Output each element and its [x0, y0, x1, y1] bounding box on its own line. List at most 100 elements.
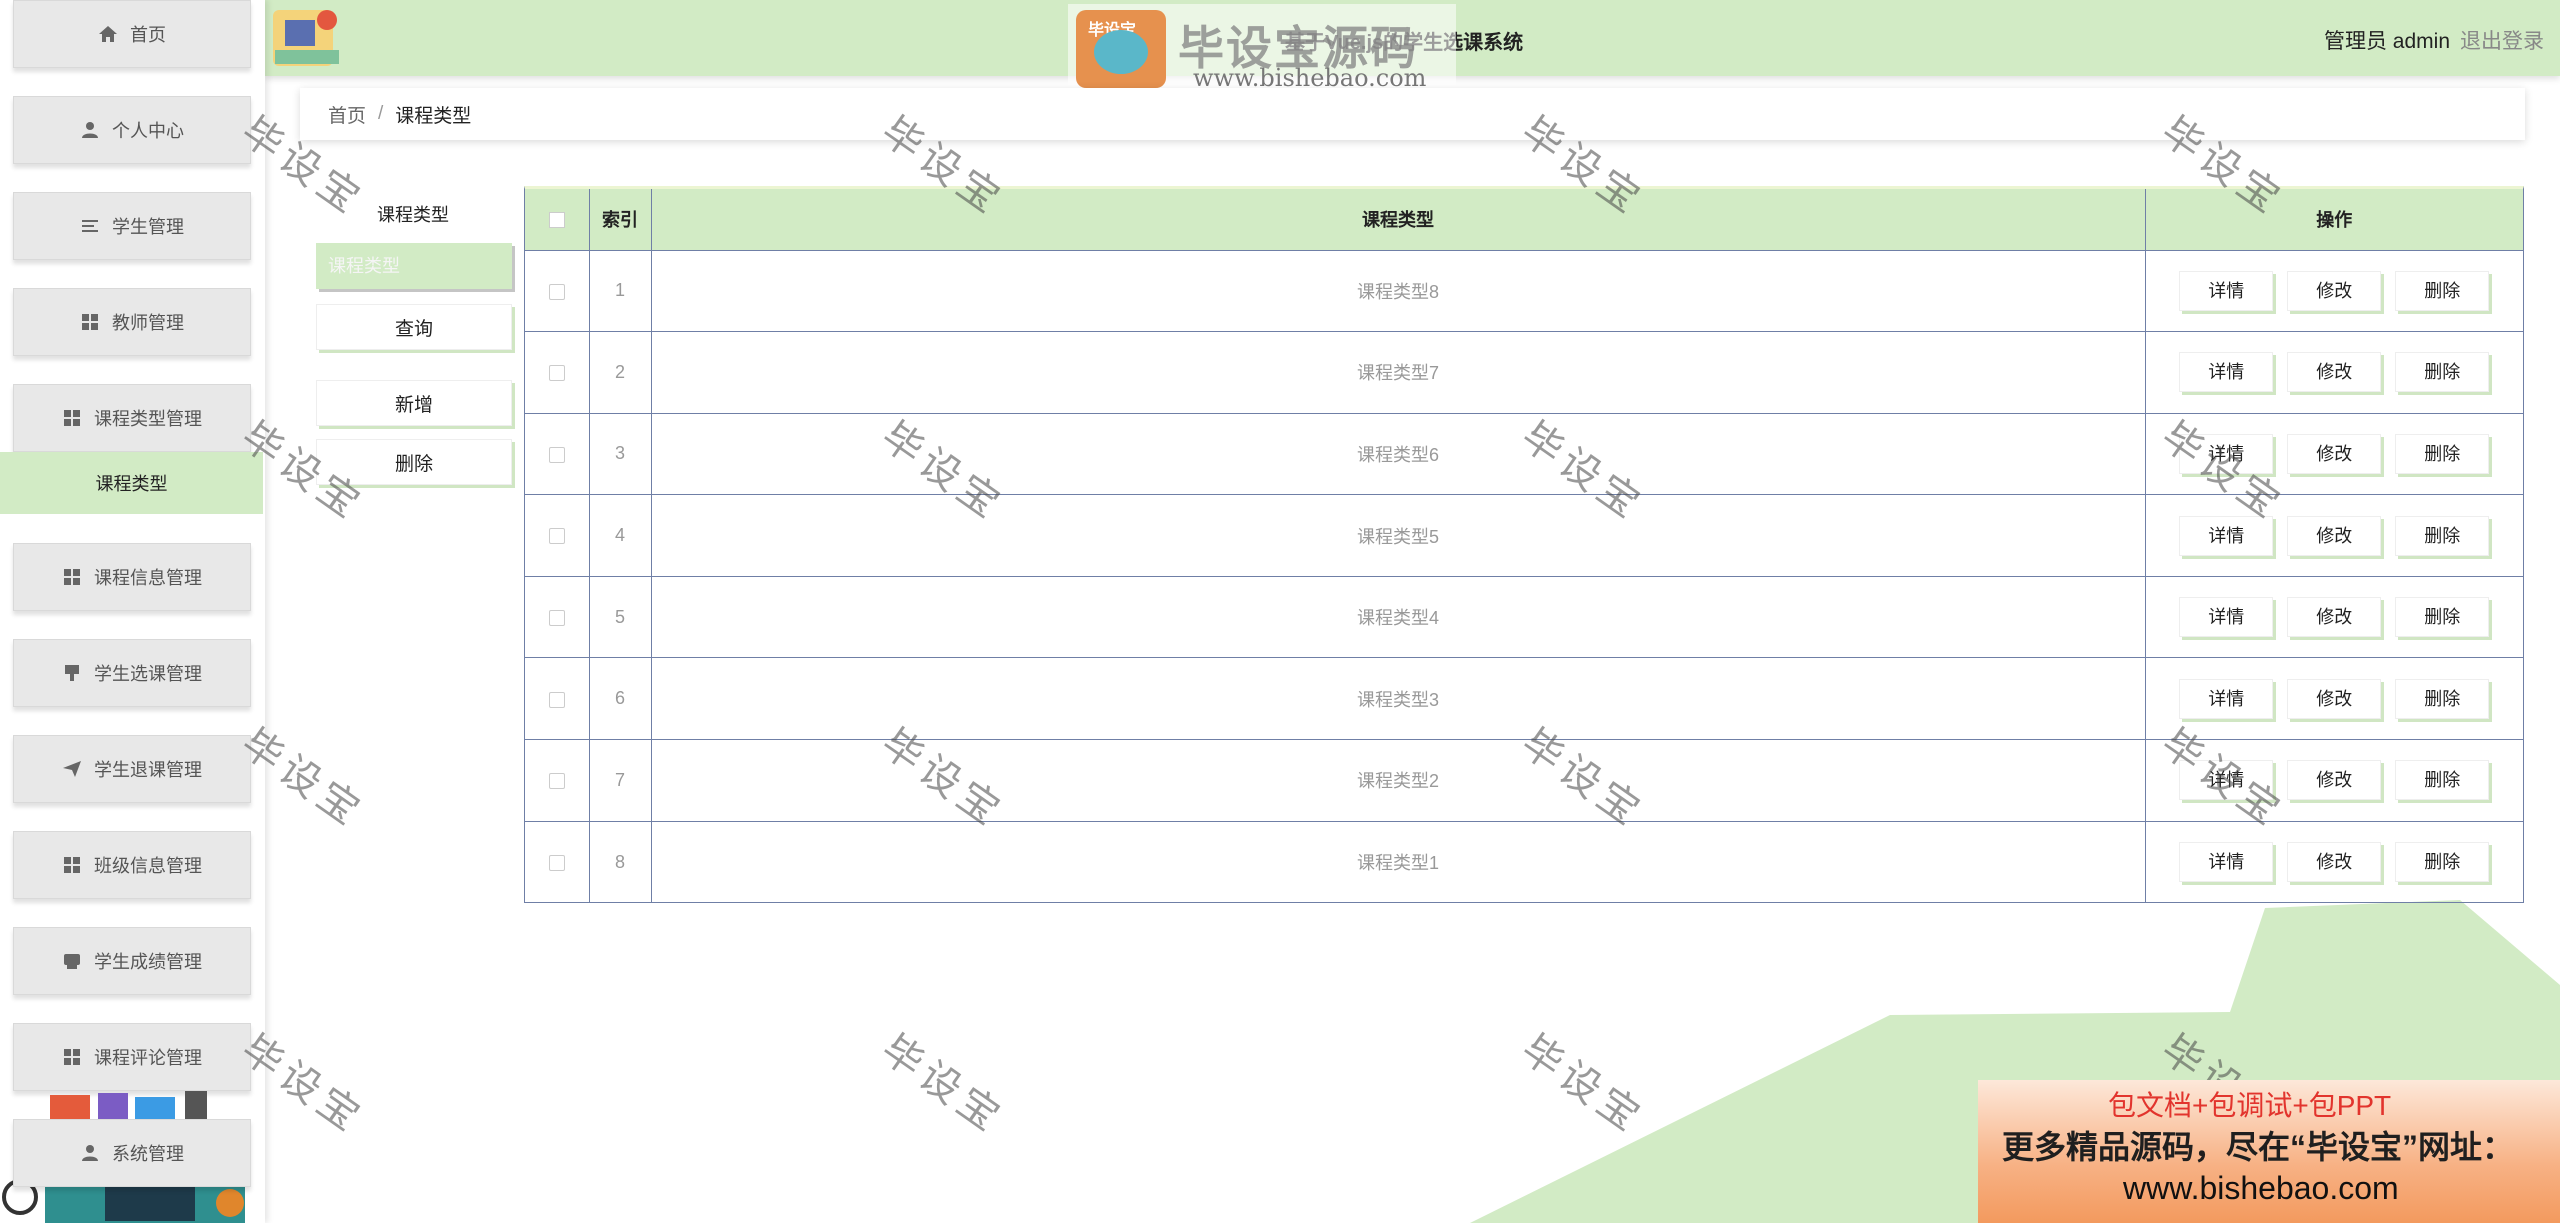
- row-course-type: 课程类型7: [651, 331, 2146, 414]
- sidebar-item-label: 课程类型管理: [94, 409, 202, 429]
- detail-button[interactable]: 详情: [2179, 352, 2274, 393]
- course-type-search-input[interactable]: [316, 243, 512, 289]
- grid-icon: [82, 314, 98, 330]
- row-operations: 详情 修改 删除: [2145, 820, 2523, 903]
- user-icon: [82, 1145, 98, 1161]
- breadcrumb-home[interactable]: 首页: [328, 101, 366, 128]
- sidebar: 首页 个人中心 学生管理 教师管理 课程类型管理 课程类型 课程信息管理 学生选…: [0, 0, 265, 1223]
- row-course-type: 课程类型5: [651, 494, 2146, 577]
- table-row: 1 课程类型8 详情 修改 删除: [525, 249, 2523, 332]
- sidebar-item-course-selection[interactable]: 学生选课管理: [13, 639, 251, 707]
- query-button[interactable]: 查询: [316, 304, 512, 350]
- list-icon: [82, 220, 98, 232]
- row-checkbox[interactable]: [548, 283, 565, 300]
- edit-button[interactable]: 修改: [2287, 760, 2382, 801]
- grid-icon: [64, 410, 80, 426]
- printer-icon: [64, 954, 80, 969]
- edit-button[interactable]: 修改: [2287, 842, 2382, 883]
- breadcrumb-separator: /: [378, 103, 384, 124]
- row-course-type: 课程类型4: [651, 575, 2146, 658]
- sidebar-item-grades[interactable]: 学生成绩管理: [13, 927, 251, 995]
- sidebar-item-teachers[interactable]: 教师管理: [13, 288, 251, 356]
- delete-button[interactable]: 删除: [2395, 760, 2490, 801]
- batch-delete-button[interactable]: 删除: [316, 439, 512, 485]
- sidebar-item-profile[interactable]: 个人中心: [13, 96, 251, 164]
- pin-icon: [65, 665, 79, 681]
- grid-icon: [64, 1049, 80, 1065]
- sidebar-item-comments[interactable]: 课程评论管理: [13, 1023, 251, 1091]
- breadcrumb-current: 课程类型: [395, 105, 472, 127]
- sidebar-item-class-info[interactable]: 班级信息管理: [13, 831, 251, 899]
- current-user: 管理员 admin: [2323, 30, 2450, 53]
- select-all-checkbox[interactable]: [548, 212, 565, 228]
- sidebar-item-label: 班级信息管理: [94, 856, 202, 876]
- app-logo: [273, 10, 339, 66]
- delete-button[interactable]: 删除: [2395, 352, 2490, 393]
- sidebar-item-label: 学生成绩管理: [94, 952, 202, 972]
- row-checkbox[interactable]: [548, 854, 565, 871]
- sidebar-item-home[interactable]: 首页: [13, 0, 251, 68]
- edit-button[interactable]: 修改: [2287, 433, 2382, 474]
- watermark-banner: 毕设宝 毕设宝源码网 www.bishebao.com: [1068, 4, 1456, 140]
- send-icon: [63, 761, 81, 777]
- row-operations: 详情 修改 删除: [2145, 739, 2523, 822]
- promo-banner: 包文档+包调试+包PPT 更多精品源码，尽在“毕设宝”网址： www.bishe…: [1978, 1080, 2560, 1223]
- detail-button[interactable]: 详情: [2179, 270, 2274, 311]
- row-course-type: 课程类型1: [651, 820, 2146, 903]
- delete-button[interactable]: 删除: [2395, 597, 2490, 638]
- breadcrumb: 首页 / 课程类型: [300, 88, 2525, 140]
- edit-button[interactable]: 修改: [2287, 515, 2382, 556]
- sidebar-subitem-course-type[interactable]: 课程类型: [0, 452, 263, 514]
- delete-button[interactable]: 删除: [2395, 270, 2490, 311]
- row-checkbox[interactable]: [548, 446, 565, 463]
- row-course-type: 课程类型6: [651, 412, 2146, 495]
- delete-button[interactable]: 删除: [2395, 433, 2490, 474]
- row-checkbox-cell: [525, 412, 590, 495]
- delete-button[interactable]: 删除: [2395, 678, 2490, 719]
- detail-button[interactable]: 详情: [2179, 760, 2274, 801]
- sidebar-item-course-info[interactable]: 课程信息管理: [13, 543, 251, 611]
- detail-button[interactable]: 详情: [2179, 597, 2274, 638]
- table-row: 5 课程类型4 详情 修改 删除: [525, 575, 2523, 658]
- sidebar-item-label: 学生退课管理: [94, 760, 202, 780]
- edit-button[interactable]: 修改: [2287, 597, 2382, 638]
- row-course-type: 课程类型3: [651, 657, 2146, 740]
- row-checkbox-cell: [525, 739, 590, 822]
- edit-button[interactable]: 修改: [2287, 270, 2382, 311]
- sidebar-item-course-types[interactable]: 课程类型管理: [13, 384, 251, 452]
- row-checkbox[interactable]: [548, 691, 565, 708]
- row-checkbox[interactable]: [548, 773, 565, 790]
- detail-button[interactable]: 详情: [2179, 842, 2274, 883]
- sidebar-item-system[interactable]: 系统管理: [13, 1119, 251, 1187]
- row-checkbox-cell: [525, 331, 590, 414]
- row-course-type: 课程类型2: [651, 739, 2146, 822]
- row-operations: 详情 修改 删除: [2145, 657, 2523, 740]
- edit-button[interactable]: 修改: [2287, 352, 2382, 393]
- row-checkbox[interactable]: [548, 365, 565, 382]
- sidebar-item-students[interactable]: 学生管理: [13, 192, 251, 260]
- row-index: 3: [589, 412, 652, 495]
- row-checkbox[interactable]: [548, 528, 565, 545]
- grid-icon: [64, 857, 80, 873]
- delete-button[interactable]: 删除: [2395, 515, 2490, 556]
- search-field-label: 课程类型: [377, 205, 449, 225]
- table-row: 8 课程类型1 详情 修改 删除: [525, 820, 2523, 903]
- watermark-logo-icon: 毕设宝: [1076, 10, 1166, 88]
- row-checkbox[interactable]: [548, 609, 565, 626]
- table-row: 7 课程类型2 详情 修改 删除: [525, 739, 2523, 822]
- row-operations: 详情 修改 删除: [2145, 494, 2523, 577]
- table-row: 3 课程类型6 详情 修改 删除: [525, 412, 2523, 495]
- detail-button[interactable]: 详情: [2179, 515, 2274, 556]
- detail-button[interactable]: 详情: [2179, 678, 2274, 719]
- sidebar-item-course-drop[interactable]: 学生退课管理: [13, 735, 251, 803]
- sidebar-item-label: 学生管理: [112, 217, 184, 237]
- sidebar-item-label: 教师管理: [112, 313, 184, 333]
- edit-button[interactable]: 修改: [2287, 678, 2382, 719]
- logout-link[interactable]: 退出登录: [2460, 25, 2544, 55]
- delete-button[interactable]: 删除: [2395, 842, 2490, 883]
- watermark-text: 毕设宝: [1512, 1026, 1653, 1144]
- add-button[interactable]: 新增: [316, 380, 512, 426]
- detail-button[interactable]: 详情: [2179, 433, 2274, 474]
- sidebar-item-label: 课程信息管理: [94, 568, 202, 588]
- table-header-row: 索引 课程类型 操作: [525, 189, 2523, 250]
